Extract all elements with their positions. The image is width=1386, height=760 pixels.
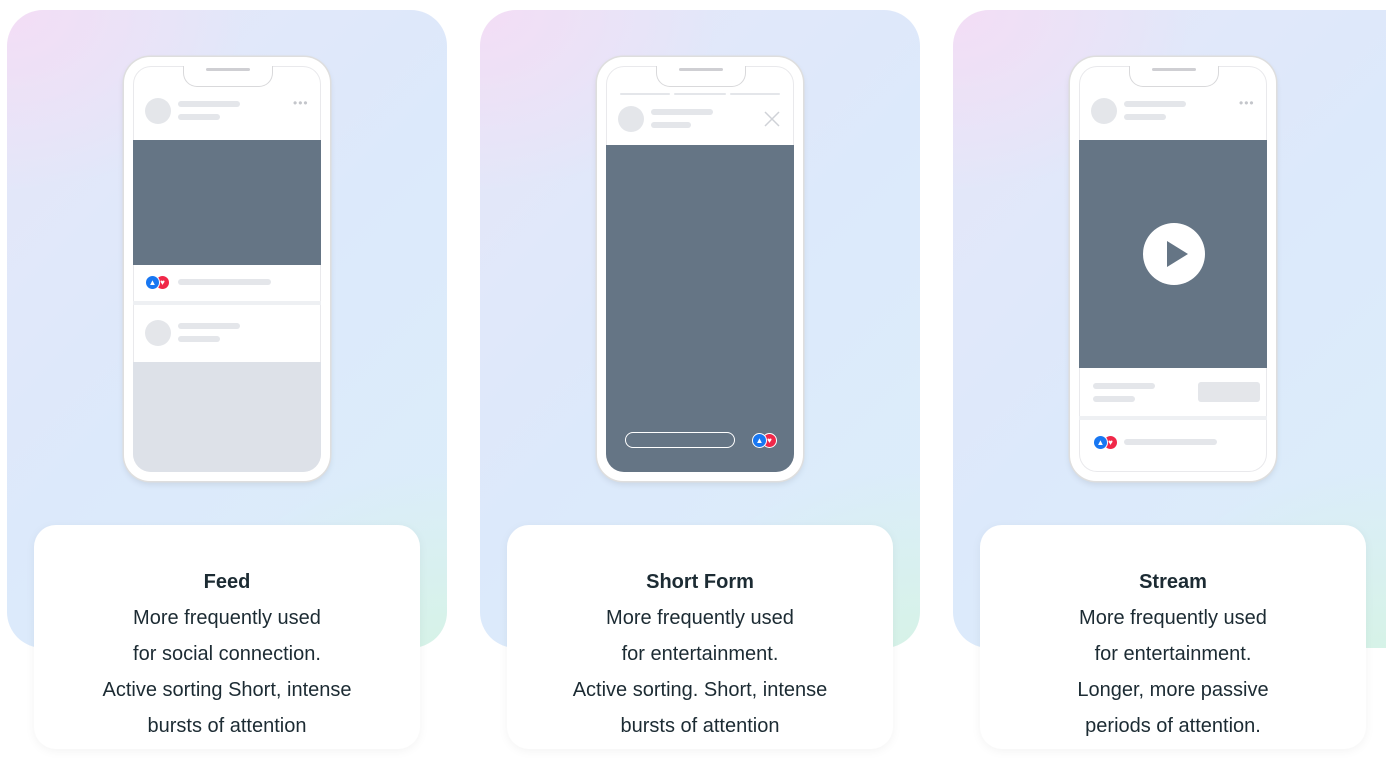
phone-notch (1129, 66, 1219, 87)
text-placeholder (178, 101, 240, 107)
caption-title: Stream (1139, 571, 1207, 593)
like-reaction-icon: ▲ (752, 433, 767, 448)
phone-mockup-short-form: ▲ ♥ (597, 57, 803, 481)
phone-mockup-stream: ••• ▲ ♥ (1070, 57, 1276, 481)
caption-line: More frequently used (133, 607, 321, 629)
phone-notch (656, 66, 746, 87)
caption-line: bursts of attention (620, 715, 780, 737)
short-form-caption-box: Short Form More frequently used for ente… (507, 525, 893, 749)
phone-screen: ••• ▲ ♥ (133, 66, 321, 472)
avatar-placeholder (1091, 98, 1117, 124)
text-placeholder (178, 336, 220, 342)
speaker (679, 68, 723, 71)
caption-line: More frequently used (1079, 607, 1267, 629)
phone-mockup-feed: ••• ▲ ♥ (124, 57, 330, 481)
next-post-placeholder (133, 362, 321, 472)
feed-caption-box: Feed More frequently used for social con… (34, 525, 420, 749)
comment-input-placeholder (625, 432, 735, 448)
caption-line: periods of attention. (1085, 715, 1261, 737)
caption-line: Longer, more passive (1077, 679, 1269, 701)
caption-title: Feed (203, 571, 251, 593)
post-divider (133, 301, 321, 305)
phone-notch (183, 66, 273, 87)
reactions: ▲ ♥ (1093, 435, 1119, 450)
text-placeholder (651, 109, 713, 115)
avatar-placeholder (618, 106, 644, 132)
caption-line: for entertainment. (1094, 643, 1252, 665)
caption-line: Active sorting. Short, intense (572, 679, 828, 701)
caption-line: Active sorting Short, intense (102, 679, 352, 701)
caption-line: for social connection. (133, 643, 321, 665)
progress-segment (730, 93, 780, 95)
avatar-placeholder (145, 98, 171, 124)
text-placeholder (1124, 114, 1166, 120)
close-icon (764, 111, 780, 127)
like-reaction-icon: ▲ (1093, 435, 1108, 450)
reactions: ▲ ♥ (145, 275, 171, 290)
progress-segment (620, 93, 670, 95)
post-image-placeholder (133, 140, 321, 265)
play-icon (1143, 223, 1205, 285)
more-dots-icon: ••• (293, 96, 309, 110)
avatar-placeholder (145, 320, 171, 346)
speaker (206, 68, 250, 71)
phone-screen: ▲ ♥ (606, 66, 794, 472)
caption-title: Short Form (646, 571, 754, 593)
caption-line: for entertainment. (621, 643, 779, 665)
caption-line: More frequently used (606, 607, 794, 629)
text-placeholder (1124, 101, 1186, 107)
text-placeholder (651, 122, 691, 128)
speaker (1152, 68, 1196, 71)
reactions: ▲ ♥ (752, 433, 778, 448)
text-placeholder (178, 279, 271, 285)
phone-screen: ••• ▲ ♥ (1079, 66, 1267, 472)
progress-segment (674, 93, 726, 95)
caption-line: bursts of attention (147, 715, 307, 737)
button-placeholder (1198, 382, 1260, 402)
stream-caption-box: Stream More frequently used for entertai… (980, 525, 1366, 749)
short-video-placeholder (606, 145, 794, 472)
text-placeholder (178, 323, 240, 329)
text-placeholder (178, 114, 220, 120)
more-dots-icon: ••• (1239, 96, 1255, 110)
text-placeholder (1093, 383, 1155, 389)
text-placeholder (1124, 439, 1217, 445)
like-reaction-icon: ▲ (145, 275, 160, 290)
text-placeholder (1093, 396, 1135, 402)
post-divider (1079, 416, 1267, 420)
